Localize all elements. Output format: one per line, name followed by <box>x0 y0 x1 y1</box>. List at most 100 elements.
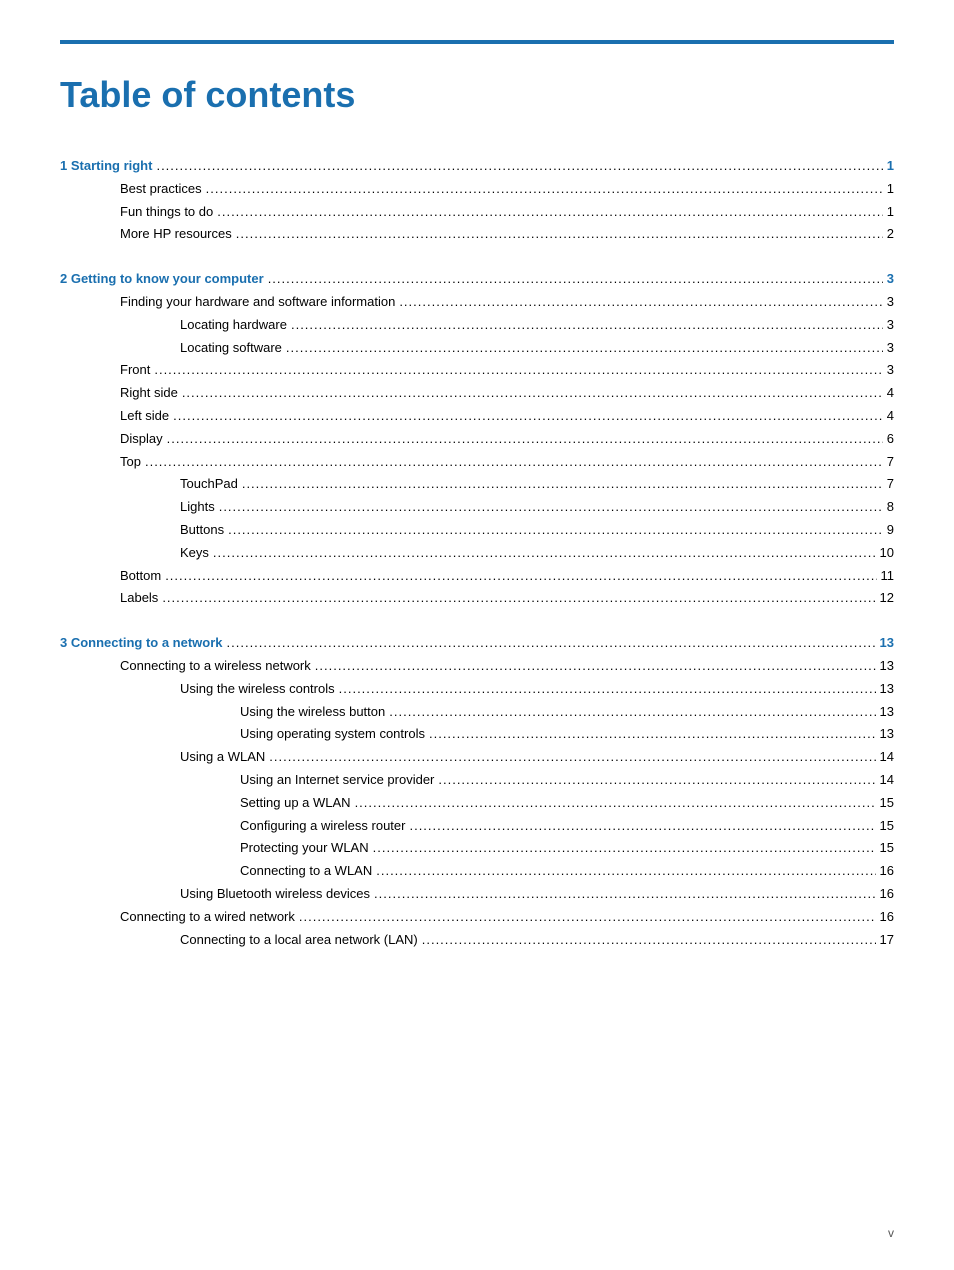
toc-entry-text: Locating hardware <box>60 315 287 336</box>
toc-chapter-text: 2 Getting to know your computer <box>60 269 264 290</box>
toc-entry: Lights .................................… <box>60 497 894 518</box>
toc-page-num: 17 <box>880 930 894 951</box>
toc-entry: Using operating system controls ........… <box>60 724 894 745</box>
toc-entry: Using the wireless button ..............… <box>60 702 894 723</box>
toc-dots: ........................................… <box>154 360 882 381</box>
toc-chapter-page: 1 <box>887 156 894 177</box>
toc-page-num: 7 <box>887 452 894 473</box>
toc-entry-text: Keys <box>60 543 209 564</box>
toc-dots: ........................................… <box>206 179 883 200</box>
toc-page-num: 3 <box>887 338 894 359</box>
toc-entry-text: Connecting to a wired network <box>60 907 295 928</box>
toc-page-num: 6 <box>887 429 894 450</box>
toc-entry-text: Fun things to do <box>60 202 213 223</box>
toc-chapter-text: 3 Connecting to a network <box>60 633 223 654</box>
toc-dots: ........................................… <box>268 269 883 290</box>
toc-dots: ........................................… <box>227 633 876 654</box>
toc-page-num: 15 <box>880 793 894 814</box>
toc-entry: Bottom .................................… <box>60 566 894 587</box>
toc-entry-text: Using an Internet service provider <box>60 770 434 791</box>
toc-container: 1 Starting right .......................… <box>60 156 894 950</box>
toc-chapter-page: 13 <box>880 633 894 654</box>
toc-entry-text: Using the wireless button <box>60 702 385 723</box>
toc-chapter-entry: 1 Starting right .......................… <box>60 156 894 177</box>
toc-entry: Using an Internet service provider .....… <box>60 770 894 791</box>
toc-page-num: 1 <box>887 179 894 200</box>
toc-dots: ........................................… <box>422 930 876 951</box>
toc-dots: ........................................… <box>409 816 875 837</box>
toc-page-num: 9 <box>887 520 894 541</box>
page-title: Table of contents <box>60 74 894 116</box>
toc-entry-text: Using the wireless controls <box>60 679 335 700</box>
toc-entry: Front ..................................… <box>60 360 894 381</box>
toc-page-num: 4 <box>887 383 894 404</box>
toc-entry-text: Lights <box>60 497 215 518</box>
toc-page-num: 3 <box>887 360 894 381</box>
toc-dots: ........................................… <box>162 588 875 609</box>
toc-page-num: 3 <box>887 315 894 336</box>
toc-entry: Right side .............................… <box>60 383 894 404</box>
toc-entry: Connecting to a wired network ..........… <box>60 907 894 928</box>
toc-page-num: 1 <box>887 202 894 223</box>
toc-dots: ........................................… <box>173 406 883 427</box>
toc-dots: ........................................… <box>339 679 876 700</box>
toc-section-3: 3 Connecting to a network ..............… <box>60 633 894 950</box>
toc-entry-text: Using operating system controls <box>60 724 425 745</box>
toc-chapter-entry: 2 Getting to know your computer ........… <box>60 269 894 290</box>
toc-page-num: 4 <box>887 406 894 427</box>
toc-dots: ........................................… <box>269 747 875 768</box>
toc-entry-text: Connecting to a local area network (LAN) <box>60 930 418 951</box>
toc-entry-text: Connecting to a wireless network <box>60 656 311 677</box>
toc-entry: Using Bluetooth wireless devices .......… <box>60 884 894 905</box>
toc-entry: Connecting to a wireless network .......… <box>60 656 894 677</box>
toc-entry-text: Right side <box>60 383 178 404</box>
toc-entry-text: Setting up a WLAN <box>60 793 351 814</box>
toc-entry: Best practices .........................… <box>60 179 894 200</box>
toc-dots: ........................................… <box>355 793 876 814</box>
toc-dots: ........................................… <box>438 770 875 791</box>
toc-dots: ........................................… <box>217 202 883 223</box>
toc-entry-text: Protecting your WLAN <box>60 838 369 859</box>
toc-dots: ........................................… <box>242 474 883 495</box>
toc-entry-text: Bottom <box>60 566 161 587</box>
toc-dots: ........................................… <box>315 656 876 677</box>
toc-page-num: 12 <box>880 588 894 609</box>
toc-chapter-entry: 3 Connecting to a network ..............… <box>60 633 894 654</box>
toc-entry-text: Labels <box>60 588 158 609</box>
toc-dots: ........................................… <box>167 429 883 450</box>
toc-page-num: 8 <box>887 497 894 518</box>
toc-page-num: 13 <box>880 702 894 723</box>
toc-dots: ........................................… <box>156 156 882 177</box>
toc-section-2: 2 Getting to know your computer ........… <box>60 269 894 609</box>
toc-entry: Keys ...................................… <box>60 543 894 564</box>
toc-entry: Finding your hardware and software infor… <box>60 292 894 313</box>
toc-section-1: 1 Starting right .......................… <box>60 156 894 245</box>
toc-entry-text: Finding your hardware and software infor… <box>60 292 395 313</box>
top-border <box>60 40 894 44</box>
toc-entry: Connecting to a local area network (LAN)… <box>60 930 894 951</box>
toc-dots: ........................................… <box>145 452 883 473</box>
toc-entry: Configuring a wireless router ..........… <box>60 816 894 837</box>
toc-entry: Connecting to a WLAN ...................… <box>60 861 894 882</box>
toc-page-num: 13 <box>880 656 894 677</box>
toc-dots: ........................................… <box>291 315 883 336</box>
toc-entry: Top ....................................… <box>60 452 894 473</box>
toc-page-num: 13 <box>880 679 894 700</box>
toc-page-num: 3 <box>887 292 894 313</box>
toc-page-num: 15 <box>880 816 894 837</box>
toc-entry: TouchPad ...............................… <box>60 474 894 495</box>
toc-dots: ........................................… <box>165 566 876 587</box>
toc-dots: ........................................… <box>213 543 876 564</box>
toc-entry-text: Front <box>60 360 150 381</box>
toc-dots: ........................................… <box>219 497 883 518</box>
toc-page-num: 16 <box>880 861 894 882</box>
toc-chapter-text: 1 Starting right <box>60 156 152 177</box>
toc-entry-text: Connecting to a WLAN <box>60 861 372 882</box>
toc-page-num: 15 <box>880 838 894 859</box>
toc-dots: ........................................… <box>373 838 876 859</box>
toc-page-num: 14 <box>880 770 894 791</box>
toc-entry-text: More HP resources <box>60 224 232 245</box>
toc-entry: Protecting your WLAN ...................… <box>60 838 894 859</box>
toc-page-num: 2 <box>887 224 894 245</box>
page-footer: v <box>888 1226 894 1240</box>
